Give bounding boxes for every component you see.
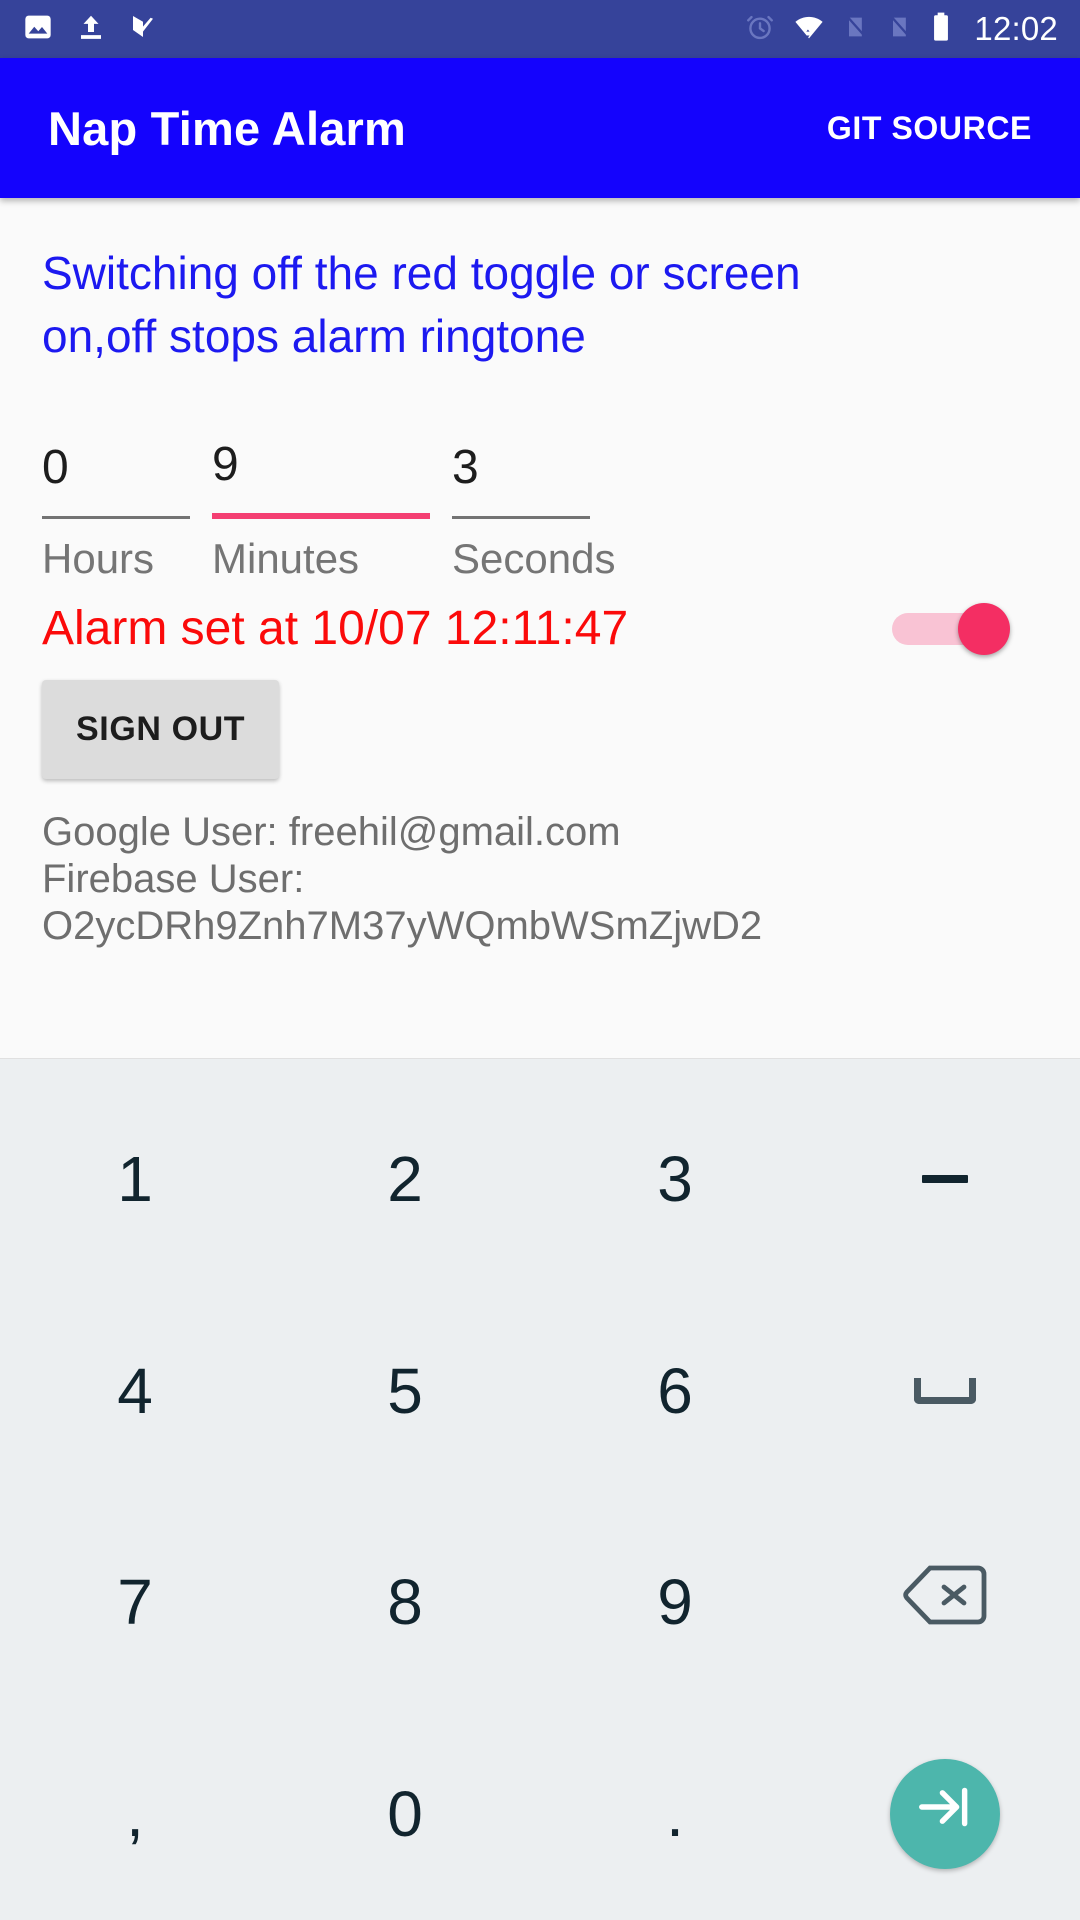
google-user-text: Google User: freehil@gmail.com xyxy=(42,810,621,855)
key-enter[interactable] xyxy=(810,1708,1080,1920)
key-3[interactable]: 3 xyxy=(540,1073,810,1285)
time-labels-row: Hours Minutes Seconds xyxy=(42,535,1038,583)
key-period[interactable]: . xyxy=(540,1708,810,1920)
key-space[interactable] xyxy=(810,1285,1080,1497)
instructions-text: Switching off the red toggle or screen o… xyxy=(42,247,801,362)
key-8[interactable]: 8 xyxy=(270,1497,540,1709)
key-9[interactable]: 9 xyxy=(540,1497,810,1709)
battery-icon xyxy=(930,11,952,48)
status-bar-system-icons: 12:02 xyxy=(744,10,1058,48)
app-bar: Nap Time Alarm GIT SOURCE xyxy=(0,58,1080,198)
no-signal-icon xyxy=(842,11,870,48)
seconds-label: Seconds xyxy=(452,535,616,583)
time-inputs-row: 0 9 3 xyxy=(42,438,1038,520)
user-info-block: Google User: freehil@gmail.com Firebase … xyxy=(42,809,1038,951)
keyboard-row: 1 2 3 xyxy=(0,1073,1080,1285)
hours-label: Hours xyxy=(42,535,155,583)
key-comma[interactable]: , xyxy=(0,1708,270,1920)
minutes-label: Minutes xyxy=(212,535,360,583)
key-2[interactable]: 2 xyxy=(270,1073,540,1285)
key-7[interactable]: 7 xyxy=(0,1497,270,1709)
minus-icon xyxy=(922,1174,968,1183)
status-bar: 12:02 xyxy=(0,0,1080,58)
keyboard-row: 4 5 6 xyxy=(0,1285,1080,1497)
keyboard-row: 7 8 9 xyxy=(0,1497,1080,1709)
alarm-clock-icon xyxy=(744,11,776,48)
status-bar-notifications xyxy=(22,11,158,48)
minutes-underline-focused xyxy=(212,513,430,520)
status-bar-clock: 12:02 xyxy=(974,10,1058,47)
hours-value: 0 xyxy=(42,441,69,495)
hours-input[interactable]: 0 xyxy=(42,441,190,520)
phone-screen: 12:02 Nap Time Alarm GIT SOURCE Switchin… xyxy=(0,0,1080,1920)
main-content: Switching off the red toggle or screen o… xyxy=(0,198,1080,1058)
key-backspace[interactable] xyxy=(810,1497,1080,1709)
key-minus[interactable] xyxy=(810,1073,1080,1285)
numeric-keyboard: 1 2 3 4 5 6 7 8 9 , 0 . xyxy=(0,1058,1080,1920)
hours-underline xyxy=(42,516,190,520)
no-sim-icon xyxy=(886,11,914,48)
firebase-user-label: Firebase User: xyxy=(42,857,305,902)
key-1[interactable]: 1 xyxy=(0,1073,270,1285)
key-4[interactable]: 4 xyxy=(0,1285,270,1497)
key-6[interactable]: 6 xyxy=(540,1285,810,1497)
keyboard-row: , 0 . xyxy=(0,1708,1080,1920)
key-0[interactable]: 0 xyxy=(270,1708,540,1920)
image-icon xyxy=(22,11,54,48)
space-icon xyxy=(914,1377,976,1404)
alarm-toggle-switch[interactable] xyxy=(892,602,1010,655)
seconds-value: 3 xyxy=(452,441,479,495)
backspace-icon xyxy=(903,1564,987,1641)
tasks-checkmark-icon xyxy=(128,11,158,48)
sign-out-button[interactable]: SIGN OUT xyxy=(42,680,280,780)
key-5[interactable]: 5 xyxy=(270,1285,540,1497)
seconds-underline xyxy=(452,516,590,520)
alarm-status-row: Alarm set at 10/07 12:11:47 xyxy=(42,601,1038,656)
git-source-button[interactable]: GIT SOURCE xyxy=(827,110,1032,147)
minutes-value: 9 xyxy=(212,438,239,492)
enter-fab[interactable] xyxy=(890,1759,1000,1870)
alarm-status-text: Alarm set at 10/07 12:11:47 xyxy=(42,602,629,656)
seconds-input[interactable]: 3 xyxy=(452,441,590,520)
upload-icon xyxy=(76,11,106,48)
minutes-input[interactable]: 9 xyxy=(212,438,430,520)
wifi-icon xyxy=(792,11,826,48)
firebase-uid-text: O2ycDRh9Znh7M37yWQmbWSmZjwD2 xyxy=(42,904,763,949)
app-title: Nap Time Alarm xyxy=(48,101,407,155)
next-arrow-icon xyxy=(914,1776,976,1853)
toggle-thumb xyxy=(958,602,1010,655)
